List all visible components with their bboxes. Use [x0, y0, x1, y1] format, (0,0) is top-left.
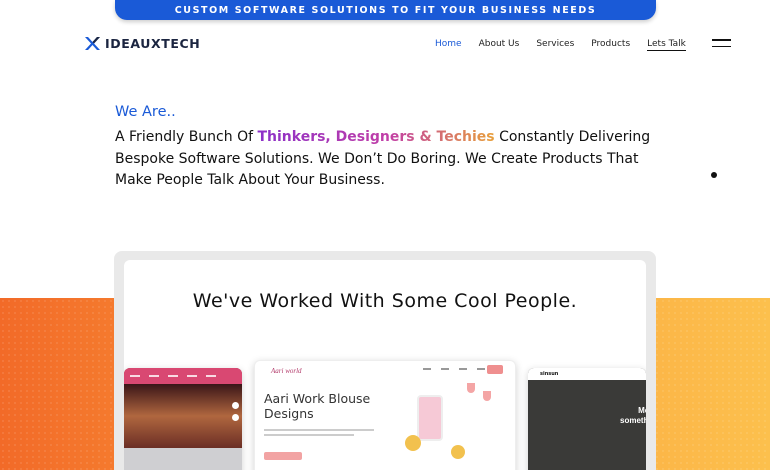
client-thumbnail-2[interactable]: Aari world Aari Work Blouse Designs: [254, 360, 516, 470]
thumb3-navbar: sinsun: [528, 368, 646, 380]
client-thumbnail-3[interactable]: sinsun Men's something: [528, 368, 646, 470]
thumb1-stage-image: [124, 384, 242, 448]
page: CUSTOM SOFTWARE SOLUTIONS TO FIT YOUR BU…: [0, 0, 770, 470]
thumb2-headline-line1: Aari Work Blouse: [264, 391, 371, 406]
thumb2-headline-line2: Designs: [264, 406, 314, 421]
thumb2-nav-button: [487, 365, 503, 374]
thumb3-headline: Men's something: [620, 406, 646, 426]
nav-about-us[interactable]: About Us: [479, 39, 520, 51]
thumb1-navbar: [124, 368, 242, 384]
thumb3-line1: Men's: [638, 406, 646, 415]
thumb3-brand: sinsun: [540, 371, 559, 377]
logo-x-icon: [85, 37, 100, 50]
thumb2-lamp-icon: [467, 383, 475, 393]
thumb2-decor-circle: [451, 445, 465, 459]
slide-indicator-dot[interactable]: [711, 172, 717, 178]
thumb2-phone-image: [417, 395, 443, 441]
thumb2-brand: Aari world: [271, 367, 302, 375]
banner-text: CUSTOM SOFTWARE SOLUTIONS TO FIT YOUR BU…: [174, 4, 597, 16]
thumb3-line2: something: [620, 416, 646, 425]
thumb2-cta-button: [264, 452, 302, 460]
logo-text: IDEAUXTECH: [105, 36, 201, 51]
intro-heading: We Are..: [115, 104, 176, 120]
nav-products[interactable]: Products: [591, 39, 630, 51]
thumb2-headline: Aari Work Blouse Designs: [264, 391, 370, 421]
main-nav: Home About Us Services Products Lets Tal…: [435, 39, 686, 51]
intro-text-before: A Friendly Bunch Of: [115, 129, 258, 145]
top-banner[interactable]: CUSTOM SOFTWARE SOLUTIONS TO FIT YOUR BU…: [115, 0, 656, 20]
thumb1-floor: [124, 448, 242, 470]
thumb2-lamp-icon: [483, 391, 491, 401]
intro-highlight: Thinkers, Designers & Techies: [257, 129, 495, 145]
thumb1-arrow-icon: [232, 402, 239, 409]
thumb1-arrow-icon: [232, 414, 239, 421]
clients-card: We've Worked With Some Cool People. Aari…: [124, 260, 646, 470]
thumb2-subtext: [264, 429, 384, 439]
logo[interactable]: IDEAUXTECH: [84, 36, 200, 51]
intro-text: A Friendly Bunch Of Thinkers, Designers …: [115, 127, 675, 192]
nav-services[interactable]: Services: [536, 39, 574, 51]
thumb2-nav: [423, 368, 495, 370]
thumb2-decor-circle: [405, 435, 421, 451]
clients-title: We've Worked With Some Cool People.: [192, 290, 578, 312]
nav-lets-talk[interactable]: Lets Talk: [647, 39, 686, 51]
hamburger-menu-icon[interactable]: [712, 39, 731, 49]
client-thumbnail-1[interactable]: [124, 368, 242, 470]
nav-home[interactable]: Home: [435, 39, 462, 51]
